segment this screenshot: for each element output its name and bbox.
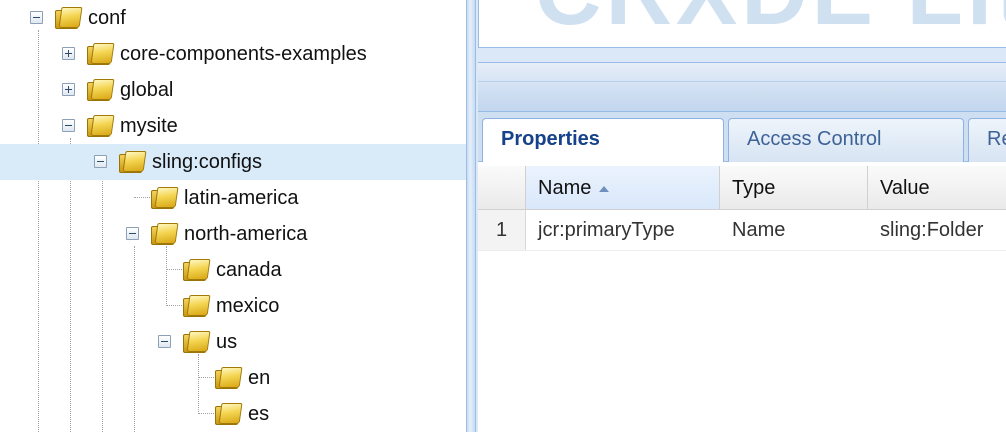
column-header-label: Type	[732, 177, 776, 199]
column-header-label: Value	[880, 177, 930, 199]
row-number: 1	[478, 210, 526, 250]
tab-replication[interactable]: Replication	[968, 118, 1006, 162]
tree-node-label: mexico	[216, 295, 280, 317]
column-header-type[interactable]: Type	[720, 166, 868, 210]
tree-node-core-components-examples[interactable]: core-components-examples	[0, 36, 466, 72]
row-divider	[478, 250, 1006, 251]
tree-node-label: north-america	[184, 223, 308, 245]
collapse-icon[interactable]	[158, 335, 171, 348]
tab-access-control[interactable]: Access Control	[728, 118, 964, 162]
folder-icon	[214, 365, 240, 389]
repository-tree: conf core-components-examples global mys…	[0, 0, 466, 432]
tree-node-label: latin-america	[184, 187, 299, 209]
row-number-header	[478, 166, 526, 210]
tab-properties[interactable]: Properties	[482, 118, 724, 163]
collapse-icon[interactable]	[62, 119, 75, 132]
cell-value[interactable]: sling:Folder	[868, 210, 1006, 250]
collapse-icon[interactable]	[126, 227, 139, 240]
tree-node-conf[interactable]: conf	[0, 0, 466, 36]
tree-node-en[interactable]: en	[0, 360, 466, 396]
cell-type[interactable]: Name	[720, 210, 868, 250]
tree-node-es[interactable]: es	[0, 396, 466, 432]
tree-node-label: us	[216, 331, 238, 353]
cell-name[interactable]: jcr:primaryType	[526, 210, 720, 250]
tree-node-label: conf	[88, 7, 126, 29]
column-header-value[interactable]: Value	[868, 166, 1006, 210]
folder-icon	[214, 401, 240, 425]
toolbar	[478, 62, 1006, 112]
folder-icon	[182, 257, 208, 281]
content-pane: CRXDE Lite Properties Access Control Rep…	[476, 0, 1006, 432]
tree-node-us[interactable]: us	[0, 324, 466, 360]
tree-node-global[interactable]: global	[0, 72, 466, 108]
app-logo: CRXDE Lite	[535, 0, 1006, 46]
tree-node-label: global	[120, 79, 174, 101]
folder-icon	[150, 185, 176, 209]
sort-ascending-icon	[599, 185, 610, 192]
tree-node-latin-america[interactable]: latin-america	[0, 180, 466, 216]
tree-node-north-america[interactable]: north-america	[0, 216, 466, 252]
tree-node-mysite[interactable]: mysite	[0, 108, 466, 144]
folder-icon	[182, 329, 208, 353]
tree-node-label: sling:configs	[152, 151, 263, 173]
tree-node-canada[interactable]: canada	[0, 252, 466, 288]
properties-grid: Name Type Value 1 jcr:primaryType Name s…	[478, 162, 1006, 432]
tree-node-label: es	[248, 403, 270, 425]
folder-icon	[182, 293, 208, 317]
tree-node-sling-configs[interactable]: sling:configs	[0, 144, 466, 180]
collapse-icon[interactable]	[30, 11, 43, 24]
folder-icon	[54, 5, 80, 29]
folder-icon	[86, 77, 112, 101]
tab-strip: Properties Access Control Replication	[478, 112, 1006, 163]
folder-icon	[118, 149, 144, 173]
column-header-label: Name	[538, 177, 592, 199]
expand-icon[interactable]	[62, 47, 75, 60]
tree-node-label: core-components-examples	[120, 43, 367, 65]
column-header-name[interactable]: Name	[526, 166, 720, 210]
tree-node-mexico[interactable]: mexico	[0, 288, 466, 324]
tree-node-label: mysite	[120, 115, 178, 137]
collapse-icon[interactable]	[94, 155, 107, 168]
header-banner: CRXDE Lite	[478, 0, 1006, 48]
pane-splitter[interactable]	[466, 0, 476, 432]
expand-icon[interactable]	[62, 83, 75, 96]
folder-icon	[86, 41, 112, 65]
tree-node-label: canada	[216, 259, 282, 281]
tree-node-label: en	[248, 367, 271, 389]
folder-icon	[86, 113, 112, 137]
folder-icon	[150, 221, 176, 245]
